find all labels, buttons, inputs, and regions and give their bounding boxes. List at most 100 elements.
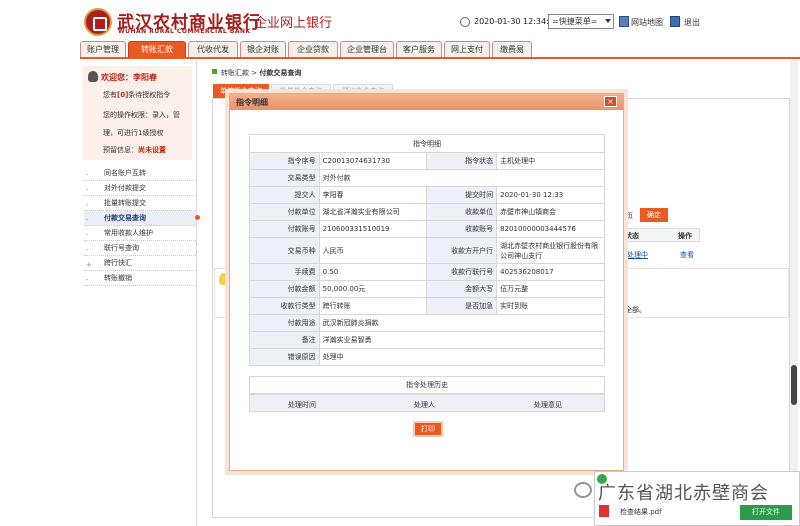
field-label: 交易类型 [249,169,320,187]
menu-expand-icon: + [86,261,92,269]
detail-section-title: 指令明细 [249,134,605,153]
tab-online-pay[interactable]: 网上支付 [444,41,490,57]
close-icon[interactable]: × [604,96,617,107]
pending-auth-count[interactable]: [0] [117,91,128,99]
dialog-titlebar[interactable]: 指令明细 × [230,94,623,110]
menu-bullet: - [86,216,89,224]
welcome-name: 李阳春 [133,73,157,82]
sidebar-item-bank-code-query[interactable]: - 联行号查询 [84,241,196,256]
sidebar-item-label: 转账撤销 [104,274,132,282]
sidebar-item-interbank-express[interactable]: + 跨行快汇 [84,256,196,271]
quick-menu-value: =快捷菜单= [552,17,598,26]
urgent-value: 实时到账 [496,297,605,315]
pager-text: 页 [626,212,633,220]
tab-bill-pay[interactable]: 缴费易 [492,41,532,57]
tab-account[interactable]: 账户管理 [80,41,126,57]
column-header-handler: 处理人 [414,401,435,409]
tab-admin[interactable]: 企业管理台 [340,41,394,57]
payer-value: 湖北省洋瀚实业有限公司 [318,203,428,221]
bank-name-en: WUHAN RURAL COMMERCIAL BANK [118,28,251,35]
currency-value: 人民币 [318,237,428,264]
sidebar-item-label: 联行号查询 [104,244,139,252]
welcome-text: 欢迎您：李阳春 [101,72,157,83]
sidebar-item-batch-transfer[interactable]: - 批量转账提交 [84,196,196,211]
instruction-status-value: 主机处理中 [496,152,605,170]
instruction-seq-value: C20013074631730 [318,152,428,170]
sidebar-item-same-name-transfer[interactable]: - 同名账户互转 [84,166,196,181]
field-label: 提交人 [249,186,320,204]
menu-bullet: - [86,171,89,179]
dialog-title: 指令明细 [236,98,268,107]
tab-loan[interactable]: 企业贷款 [288,41,338,57]
download-filename[interactable]: 检查结果.pdf [620,507,662,517]
confirm-button[interactable]: 确定 [640,208,668,222]
fee-value: 0.50 [318,263,428,281]
view-link[interactable]: 查看 [680,250,694,260]
field-label: 指令状态 [426,152,498,170]
amount-cn-value: 伍万元整 [496,280,605,298]
column-header-status: 状态 [625,232,639,240]
exit-link[interactable]: 退出 [684,17,700,28]
menu-bullet: - [86,186,89,194]
scrollbar-track[interactable] [790,60,798,526]
table-row: 收款行类型 跨行转账 是否加急 实时到账 [249,297,605,315]
field-label: 收款单位 [426,203,498,221]
tab-transfer[interactable]: 转账汇款 [128,41,186,57]
sidebar-item-label: 批量转账提交 [104,199,146,207]
breadcrumb-parent[interactable]: 转账汇款 [221,69,249,77]
sitemap-link[interactable]: 网站地图 [631,17,663,28]
row-status-link[interactable]: 机处理中 [620,250,648,260]
field-label: 收款方开户行 [426,237,498,264]
menu-bullet: - [86,231,89,239]
pdf-file-icon [599,505,609,517]
active-marker-icon [195,215,200,220]
detail-table: 指令明细 指令序号 C20013074631730 指令状态 主机处理中 交易类… [249,134,606,366]
lightbulb-icon [219,273,229,285]
chevron-down-icon [605,19,611,23]
sitemap-icon[interactable] [619,16,629,27]
sidebar-item-payee-maintain[interactable]: - 常用收款人维护 [84,226,196,241]
submitter-value: 李阳春 [318,186,428,204]
wechat-icon [574,482,592,498]
field-label: 收款行联行号 [426,263,498,281]
table-row: 付款账号 210600331510019 收款账号 82010000003444… [249,220,605,238]
main-nav: 账户管理 转账汇款 代收代发 银企对账 企业贷款 企业管理台 客户服务 网上支付… [80,41,800,58]
amount-unit: 元 [358,285,366,293]
scrollbar-thumb[interactable] [791,365,797,405]
table-row: 付款单位 湖北省洋瀚实业有限公司 收款单位 赤壁市神山镇商会 [249,203,605,221]
print-button[interactable]: 打印 [413,421,443,437]
exit-icon[interactable] [670,16,680,27]
pending-auth-line: 您有[0]条待授权指令 [103,90,170,100]
field-label: 付款金额 [249,280,320,298]
sidebar-item-payment-query[interactable]: - 付款交易查询 [84,211,200,226]
reserved-info-link[interactable]: 尚未设置 [138,146,166,154]
table-row: 手续费 0.50 收款行联行号 402536208017 [249,263,605,281]
submit-time-value: 2020-01-30 12:33 [496,186,605,204]
instruction-detail-dialog: 指令明细 × 指令明细 指令序号 C20013074631730 指令状态 主机… [229,93,624,471]
tab-collect-pay[interactable]: 代收代发 [188,41,238,57]
column-header-opinion: 处理意见 [534,401,562,409]
bank-type-value: 跨行转账 [318,297,428,315]
amount-value: 50,000.00 [322,285,359,293]
reserved-info-label: 预留信息： [103,146,138,154]
remark-value: 洋瀚实业易智勇 [318,331,606,349]
field-label: 付款账号 [249,220,320,238]
sidebar-item-transfer-cancel[interactable]: - 转账撤销 [84,271,196,286]
open-file-button[interactable]: 打开文件 [740,505,792,520]
field-label: 收款行类型 [249,297,320,315]
history-section-title: 指令处理历史 [249,376,605,394]
payee-value: 赤壁市神山镇商会 [496,203,605,221]
app-header: 武汉农村商业银行 WUHAN RURAL COMMERCIAL BANK 企业网… [0,0,800,42]
sidebar-item-label: 常用收款人维护 [104,229,153,237]
menu-bullet: - [86,246,89,254]
field-label: 交易币种 [249,237,320,264]
field-label: 提交时间 [426,186,498,204]
quick-menu-select[interactable]: =快捷菜单= [548,14,614,29]
sidebar-item-external-payment[interactable]: - 对外付款提交 [84,181,196,196]
tab-service[interactable]: 客户服务 [396,41,442,57]
breadcrumb-separator: > [249,69,260,77]
payee-bank-value: 湖北赤壁农村商业银行股份有限公司神山支行 [496,237,605,264]
tab-reconcile[interactable]: 银企对账 [240,41,286,57]
permission-line: 您的操作权限：录入，管 [103,111,180,119]
payer-account-value: 210600331510019 [318,220,428,238]
